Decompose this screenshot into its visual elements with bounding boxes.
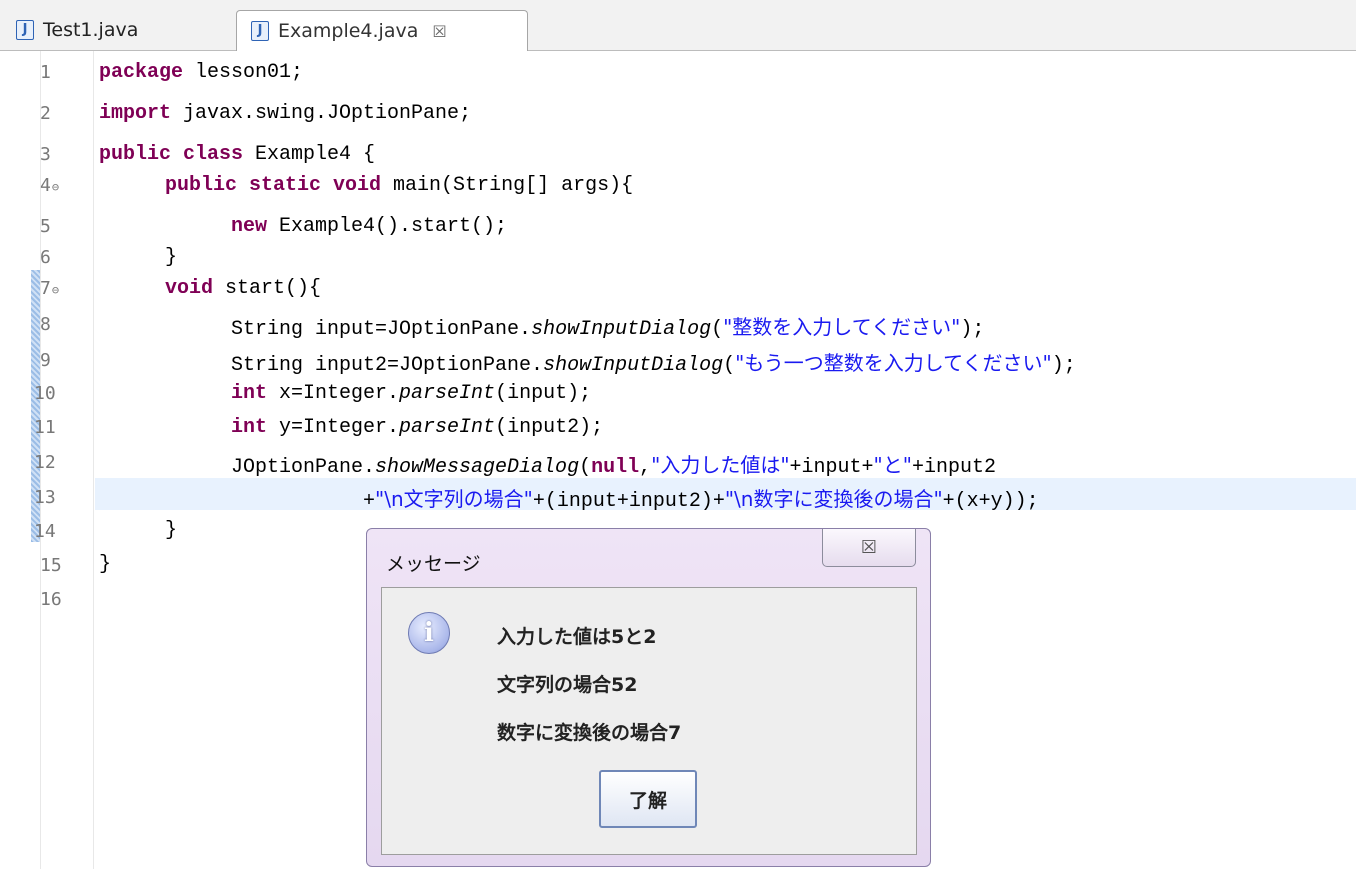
line-number: 12 [34, 452, 56, 473]
line-number: 10 [34, 383, 56, 404]
string-literal: "\n文字列の場合" [375, 487, 533, 511]
keyword: import [99, 102, 172, 125]
keyword: int [231, 382, 268, 405]
code-text: String input2=JOptionPane. [231, 354, 544, 377]
code-text: +input2 [911, 456, 996, 479]
code-line: } [165, 519, 178, 542]
code-text: + [363, 490, 376, 513]
method-call: showInputDialog [543, 354, 724, 377]
fold-collapse-icon[interactable]: ⊖ [52, 180, 59, 194]
code-line: public static void main(String[] args){ [165, 174, 633, 197]
method-call: parseInt [399, 382, 496, 405]
code-line: package lesson01; [99, 61, 303, 84]
dialog-title: メッセージ [386, 553, 481, 575]
line-number: 14 [34, 521, 56, 542]
message-line: 入力した値は5と2 [497, 626, 657, 648]
code-text: (input2); [495, 416, 604, 439]
dialog-close-button[interactable]: ☒ [822, 529, 916, 567]
tab-label: Test1.java [43, 19, 139, 41]
code-line: } [165, 246, 178, 269]
code-line: void start(){ [165, 277, 321, 300]
code-text: Example4 { [243, 143, 376, 166]
keyword: int [231, 416, 268, 439]
message-line: 文字列の場合52 [497, 674, 638, 696]
code-line: +"\n文字列の場合"+(input+input2)+"\n数字に変換後の場合"… [363, 483, 1039, 513]
code-text: ); [960, 318, 985, 341]
keyword: public class [99, 143, 244, 166]
line-number: 11 [34, 417, 56, 438]
ok-button[interactable]: 了解 [599, 770, 697, 828]
line-number: 7⊖ [40, 278, 86, 299]
code-line: import javax.swing.JOptionPane; [99, 102, 471, 125]
string-literal: "もう一つ整数を入力してください" [735, 351, 1052, 375]
code-line: int y=Integer.parseInt(input2); [231, 416, 603, 439]
code-text: String input=JOptionPane. [231, 318, 532, 341]
keyword: public static void [165, 174, 382, 197]
dialog-content: i 入力した値は5と2 文字列の場合52 数字に変換後の場合7 了解 [381, 587, 917, 855]
tab-label: Example4.java [278, 20, 419, 42]
string-literal: "整数を入力してください" [723, 315, 961, 339]
close-tab-icon[interactable]: ☒ [432, 22, 446, 41]
keyword: package [99, 61, 184, 84]
code-text: ); [1051, 354, 1076, 377]
code-text: ( [723, 354, 736, 377]
string-literal: "と" [873, 453, 912, 477]
code-line: String input2=JOptionPane.showInputDialo… [231, 347, 1076, 377]
code-line: JOptionPane.showMessageDialog(null,"入力した… [231, 449, 996, 479]
code-text: ( [711, 318, 724, 341]
code-text: main(String[] args){ [381, 174, 634, 197]
code-line: String input=JOptionPane.showInputDialog… [231, 311, 984, 341]
method-call: showInputDialog [531, 318, 712, 341]
code-line: public class Example4 { [99, 143, 375, 166]
message-line: 数字に変換後の場合7 [497, 722, 682, 744]
line-number: 16 [40, 589, 62, 610]
keyword: new [231, 215, 268, 238]
code-text: JOptionPane. [231, 456, 376, 479]
code-line: int x=Integer.parseInt(input); [231, 382, 591, 405]
code-text: +(input+input2)+ [532, 490, 725, 513]
editor-tab-bar: J Test1.java J Example4.java ☒ [0, 0, 1356, 51]
method-call: parseInt [399, 416, 496, 439]
keyword: null [591, 456, 640, 479]
code-text: javax.swing.JOptionPane; [171, 102, 472, 125]
string-literal: "\n数字に変換後の場合" [724, 487, 943, 511]
code-text: x=Integer. [267, 382, 400, 405]
java-file-icon: J [16, 20, 34, 40]
string-literal: "入力した値は" [651, 453, 790, 477]
line-number: 6 [40, 247, 51, 268]
line-number: 1 [40, 62, 51, 83]
code-text: Example4().start(); [267, 215, 508, 238]
code-text: lesson01; [183, 61, 304, 84]
keyword: void [165, 277, 214, 300]
line-number: 8 [40, 314, 51, 335]
line-number: 3 [40, 144, 51, 165]
close-icon: ☒ [860, 537, 878, 558]
code-text: , [639, 456, 652, 479]
code-text: ( [579, 456, 592, 479]
tab-example4-java[interactable]: J Example4.java ☒ [236, 10, 528, 51]
java-file-icon: J [251, 21, 269, 41]
code-text: (input); [495, 382, 592, 405]
line-number-text: 7 [40, 278, 51, 299]
editor-margin-divider [93, 51, 94, 869]
info-icon: i [408, 612, 450, 654]
line-number: 5 [40, 216, 51, 237]
code-text: +input+ [789, 456, 874, 479]
tab-test1-java[interactable]: J Test1.java [16, 10, 138, 50]
line-number: 2 [40, 103, 51, 124]
code-line: new Example4().start(); [231, 215, 507, 238]
fold-collapse-icon[interactable]: ⊖ [52, 283, 59, 297]
line-number: 13 [34, 487, 56, 508]
method-call: showMessageDialog [375, 456, 580, 479]
line-number-text: 4 [40, 175, 51, 196]
line-number: 9 [40, 350, 51, 371]
code-line: } [99, 553, 112, 576]
line-number: 15 [40, 555, 62, 576]
line-number: 4⊖ [40, 175, 86, 196]
code-text: +(x+y)); [942, 490, 1039, 513]
code-text: start(){ [213, 277, 322, 300]
message-dialog: メッセージ ☒ i 入力した値は5と2 文字列の場合52 数字に変換後の場合7 … [366, 528, 931, 867]
code-text: y=Integer. [267, 416, 400, 439]
